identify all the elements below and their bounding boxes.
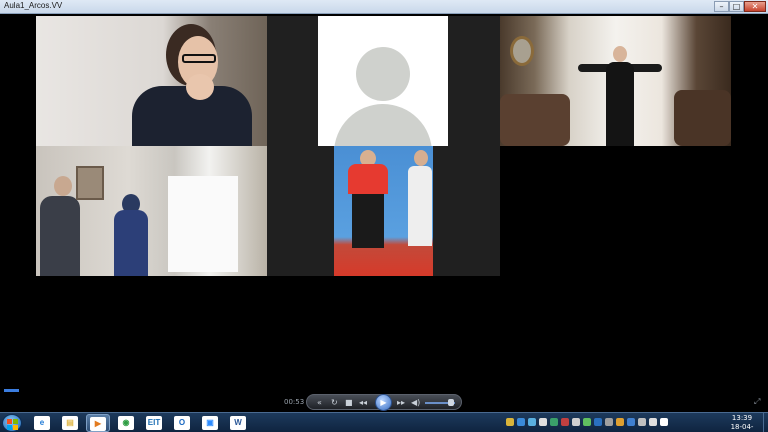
clock-time: 13:39 bbox=[731, 414, 753, 422]
tray-icon[interactable] bbox=[627, 418, 635, 426]
taskbar-app-zoom[interactable]: ▣ bbox=[198, 414, 222, 432]
participant-head-2 bbox=[414, 150, 428, 166]
participant-head bbox=[54, 176, 72, 196]
avatar-placeholder-head bbox=[356, 47, 410, 101]
tray-icon[interactable] bbox=[528, 418, 536, 426]
taskbar: e ▤ ▶ ◉ EIT O ▣ W 13:39 18-04-2020 bbox=[0, 412, 768, 432]
video-tile-participant-2[interactable] bbox=[36, 146, 267, 276]
fullscreen-icon[interactable]: ⤢ bbox=[754, 397, 760, 407]
volume-knob[interactable] bbox=[448, 399, 454, 406]
stop-icon[interactable]: ■ bbox=[345, 398, 353, 407]
eit-app-icon: EIT bbox=[146, 416, 162, 430]
minimize-button[interactable]: – bbox=[714, 1, 729, 12]
avatar-placeholder-body bbox=[334, 104, 432, 146]
file-explorer-icon: ▤ bbox=[62, 416, 78, 430]
video-tile-participant-4[interactable] bbox=[334, 146, 433, 276]
video-tile-participant-1[interactable] bbox=[36, 16, 267, 146]
volume-icon[interactable]: ◀) bbox=[411, 398, 420, 407]
internet-explorer-icon: e bbox=[34, 416, 50, 430]
video-tile-no-camera[interactable] bbox=[318, 16, 448, 146]
instructor-body bbox=[606, 62, 634, 146]
participant-white-outfit bbox=[408, 166, 432, 246]
taskbar-app-chrome[interactable]: ◉ bbox=[114, 414, 138, 432]
screen: Aula1_Arcos.VV – □ ✕ 00:53 « ↻ ■ ◂◂ ▶ ▸▸… bbox=[0, 0, 768, 432]
maximize-button[interactable]: □ bbox=[729, 1, 744, 12]
tray-icon[interactable] bbox=[572, 418, 580, 426]
seek-progress[interactable] bbox=[4, 389, 19, 392]
clock-date: 18-04-2020 bbox=[730, 423, 754, 431]
elapsed-time: 00:53 bbox=[284, 398, 305, 406]
tray-icon[interactable] bbox=[517, 418, 525, 426]
speaker-icon[interactable] bbox=[649, 418, 657, 426]
taskbar-app-eit-app[interactable]: EIT bbox=[142, 414, 166, 432]
media-player-icon: ▶ bbox=[90, 417, 106, 431]
tray-icon[interactable] bbox=[616, 418, 624, 426]
tray-icon[interactable] bbox=[550, 418, 558, 426]
flag-icon[interactable] bbox=[660, 418, 668, 426]
glasses bbox=[182, 54, 216, 63]
sofa-left bbox=[500, 94, 570, 146]
participant-body bbox=[40, 196, 80, 276]
taskbar-app-media-player[interactable]: ▶ bbox=[86, 414, 110, 432]
next-icon[interactable]: ▸▸ bbox=[397, 398, 405, 407]
play-button[interactable]: ▶ bbox=[375, 394, 392, 411]
zoom-icon: ▣ bbox=[202, 416, 218, 430]
armchair-right bbox=[674, 90, 731, 146]
window-buttons: – □ ✕ bbox=[714, 1, 766, 12]
taskbar-app-internet-explorer[interactable]: e bbox=[30, 414, 54, 432]
window-title: Aula1_Arcos.VV bbox=[4, 1, 63, 10]
tray-icon[interactable] bbox=[594, 418, 602, 426]
start-button[interactable] bbox=[2, 414, 22, 432]
participant-hands bbox=[186, 74, 214, 100]
instructor-head bbox=[613, 46, 627, 62]
windows-logo-icon bbox=[7, 419, 12, 424]
taskbar-clock[interactable]: 13:39 18-04-2020 bbox=[722, 414, 762, 432]
system-tray bbox=[506, 418, 668, 426]
network-icon[interactable] bbox=[638, 418, 646, 426]
video-tile-instructor[interactable] bbox=[500, 16, 731, 146]
taskbar-app-outlook[interactable]: O bbox=[170, 414, 194, 432]
taskbar-app-file-explorer[interactable]: ▤ bbox=[58, 414, 82, 432]
title-bar: Aula1_Arcos.VV – □ ✕ bbox=[0, 0, 768, 14]
chrome-icon: ◉ bbox=[118, 416, 134, 430]
player-controls: « ↻ ■ ◂◂ ▶ ▸▸ ◀) bbox=[306, 394, 462, 411]
participant-red-shirt bbox=[348, 164, 388, 194]
participant-pants bbox=[352, 194, 384, 248]
wall-picture bbox=[76, 166, 104, 200]
previous-icon[interactable]: ◂◂ bbox=[359, 398, 367, 407]
tray-icon[interactable] bbox=[583, 418, 591, 426]
tray-icon[interactable] bbox=[561, 418, 569, 426]
taskbar-app-word[interactable]: W bbox=[226, 414, 250, 432]
tray-icon[interactable] bbox=[539, 418, 547, 426]
tray-icon[interactable] bbox=[506, 418, 514, 426]
wall-mirror bbox=[510, 36, 534, 66]
word-icon: W bbox=[230, 416, 246, 430]
close-button[interactable]: ✕ bbox=[744, 1, 766, 12]
shuffle-icon[interactable]: « bbox=[317, 398, 322, 407]
repeat-icon[interactable]: ↻ bbox=[331, 398, 338, 407]
tray-icon[interactable] bbox=[605, 418, 613, 426]
window-light bbox=[168, 176, 238, 272]
show-desktop-button[interactable] bbox=[763, 413, 768, 432]
outlook-icon: O bbox=[174, 416, 190, 430]
participant-body-2 bbox=[114, 210, 148, 276]
